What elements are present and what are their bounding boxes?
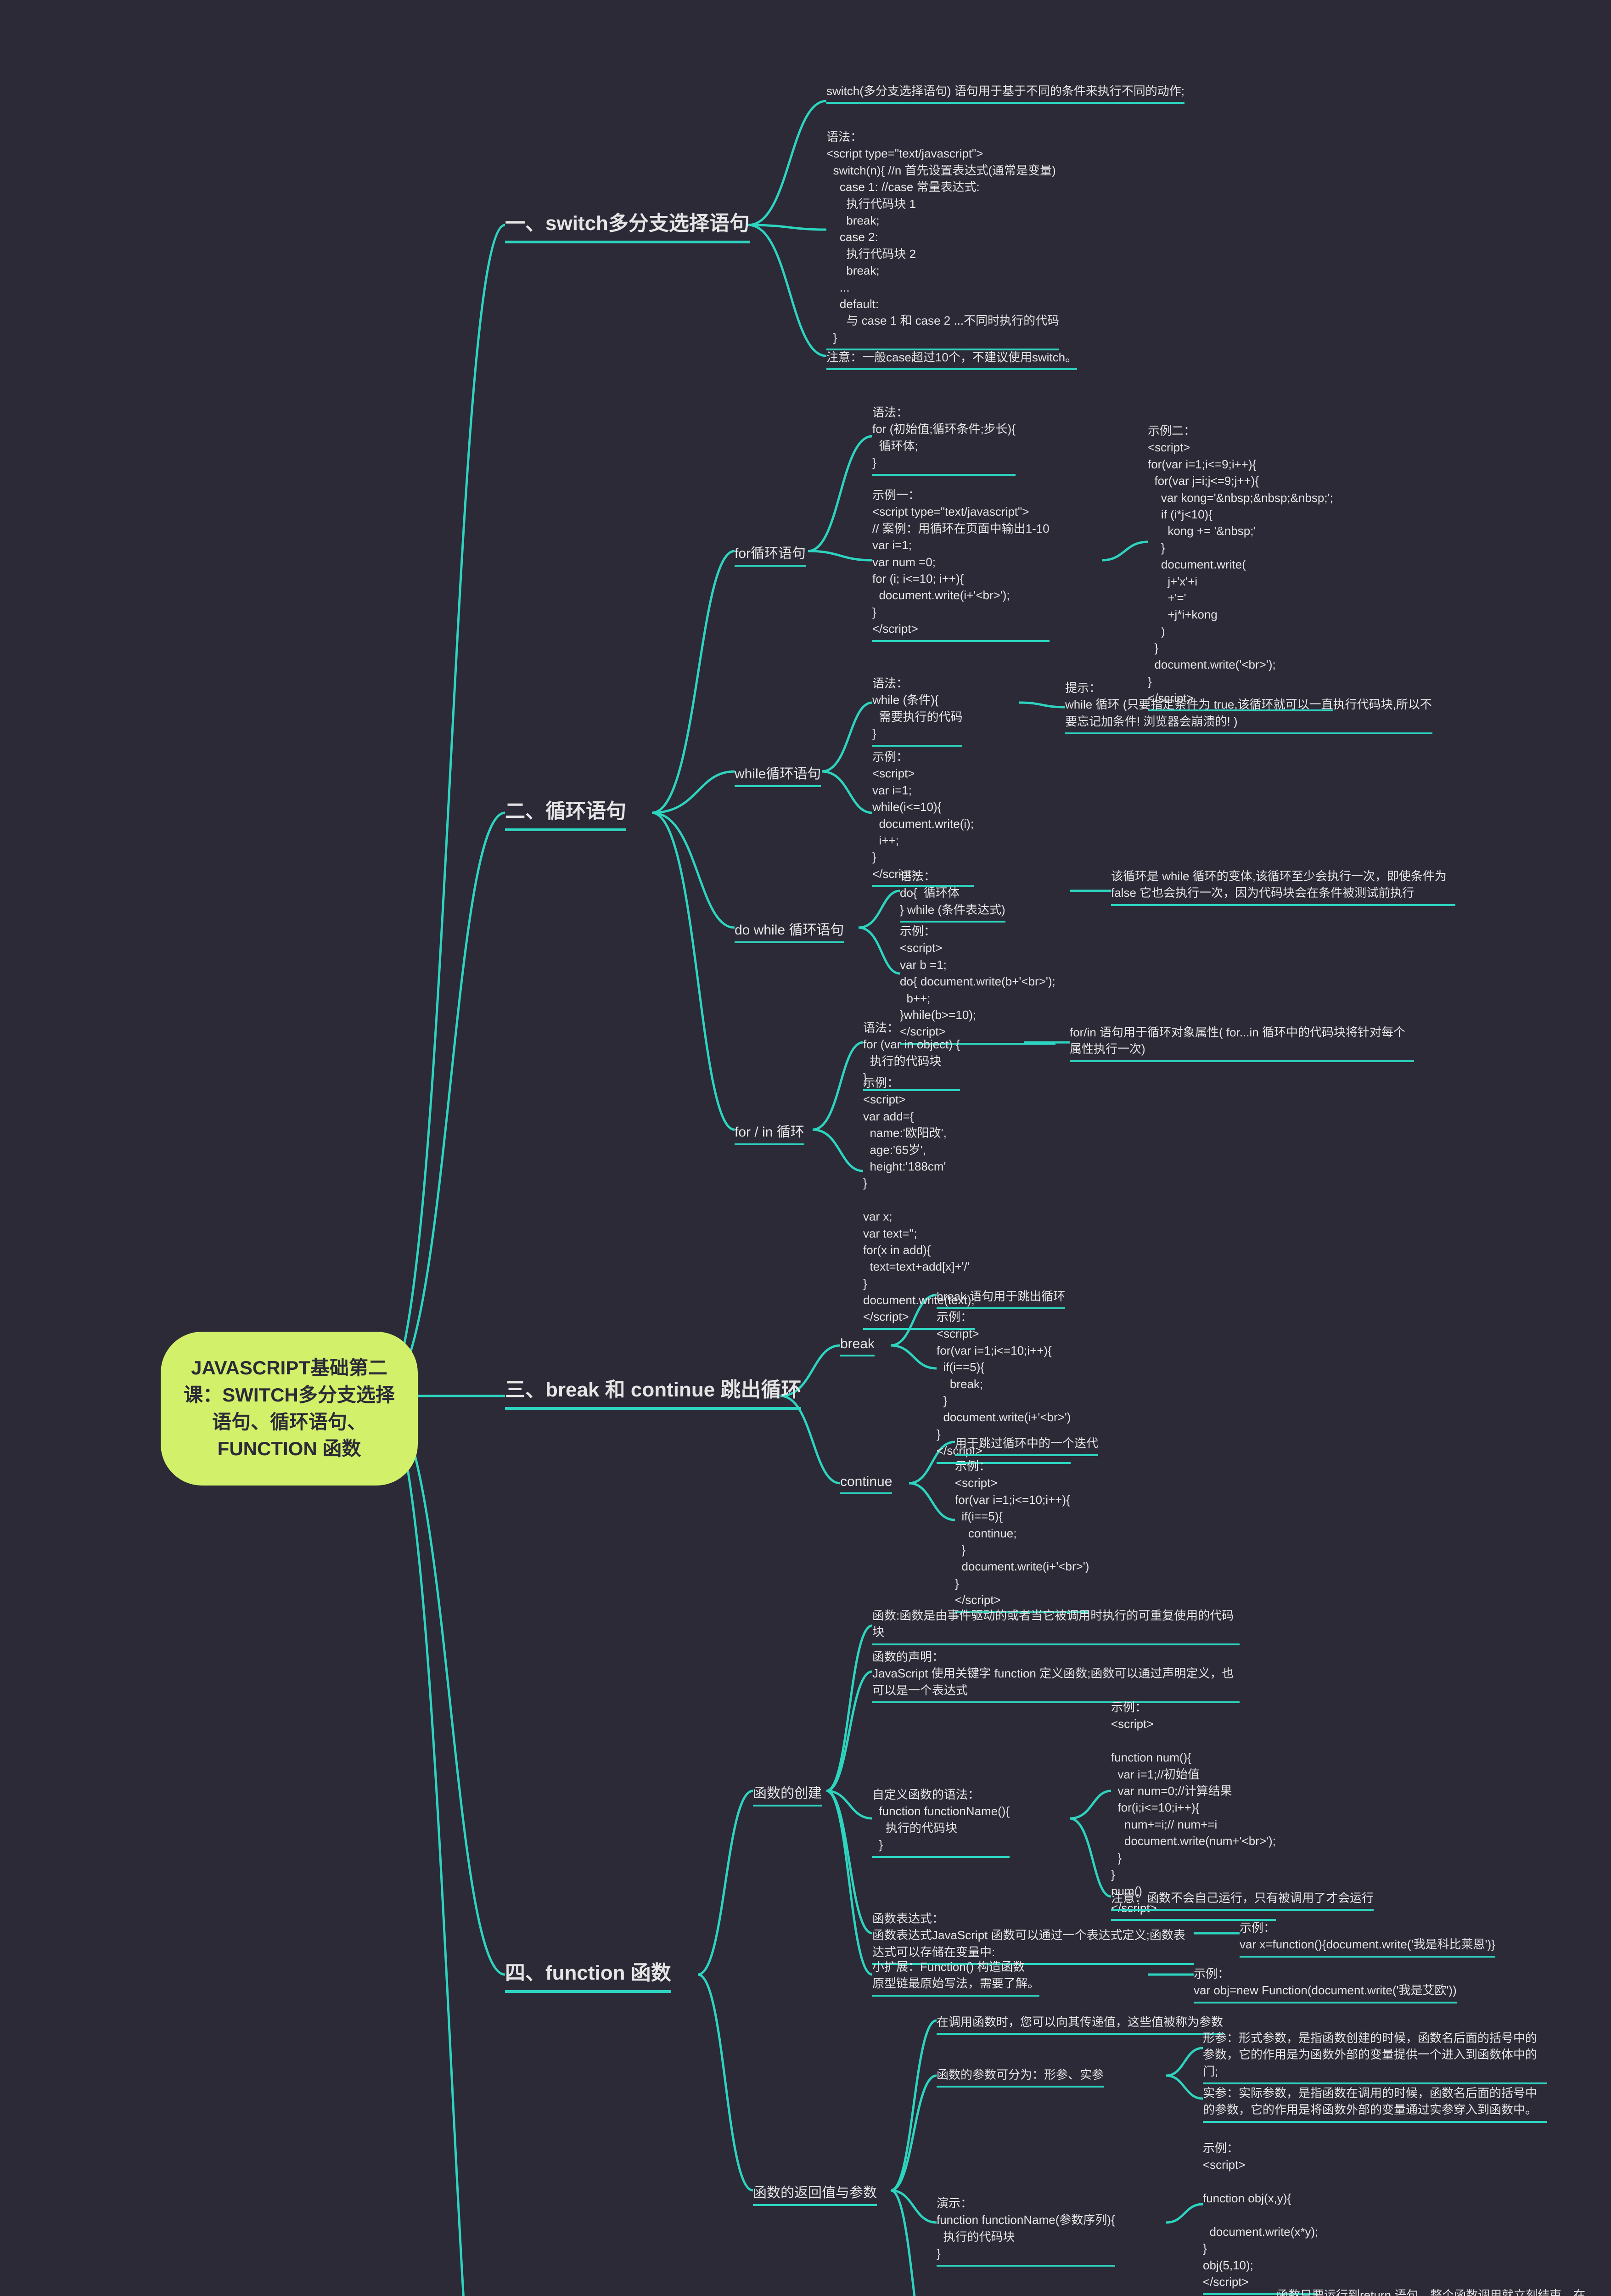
s4-create-custom-note: 注意：函数不会自己运行，只有被调用了才会运行: [1111, 1890, 1374, 1911]
s2-for-ex2: 示例二： <script> for(var i=1;i<=9;i++){ for…: [1148, 422, 1333, 711]
s2-while-label[interactable]: while循环语句: [735, 762, 821, 787]
s4-create-ext: 小扩展：Function() 构造函数 原型链最原始写法，需要了解。: [872, 1958, 1039, 1997]
s4-ret-demo: 演示： function functionName(参数序列){ 执行的代码块 …: [937, 2195, 1115, 2267]
s2-forin-desc: for/in 语句用于循环对象属性( for...in 循环中的代码块将针对每个…: [1070, 1024, 1414, 1062]
s1-note: 注意：一般case超过10个，不建议使用switch。: [826, 349, 1077, 370]
s4-create-desc: 函数:函数是由事件驱动的或者当它被调用时执行的可重复使用的代码块: [872, 1607, 1240, 1645]
s2-while-tip: 提示： while 循环 (只要指定条件为 true,该循环就可以一直执行代码块…: [1065, 680, 1432, 734]
s2-for-label[interactable]: for循环语句: [735, 542, 806, 567]
s4-title[interactable]: 四、function 函数: [505, 1956, 671, 1993]
s3-continue-label[interactable]: continue: [840, 1474, 892, 1494]
s4-create-ext-ex: 示例： var obj=new Function(document.write(…: [1194, 1965, 1457, 2003]
s3-title[interactable]: 三、break 和 continue 跳出循环: [505, 1373, 801, 1410]
s2-title[interactable]: 二、循环语句: [505, 794, 626, 831]
s4-create-expr: 函数表达式： 函数表达式JavaScript 函数可以通过一个表达式定义;函数表…: [872, 1910, 1194, 1965]
s2-dowhile-syntax: 语法： do{ 循环体 } while (条件表达式): [900, 868, 1005, 923]
root-node[interactable]: JAVASCRIPT基础第二课：SWITCH多分支选择语句、循环语句、FUNCT…: [161, 1332, 418, 1486]
s2-for-ex1: 示例一： <script type="text/javascript"> // …: [872, 487, 1050, 642]
s4-create-custom-syntax: 自定义函数的语法： function functionName(){ 执行的代码…: [872, 1786, 1010, 1858]
s4-ret-params-intro: 在调用函数时，您可以向其传递值，这些值被称为参数: [937, 2014, 1223, 2035]
s4-create-expr-ex: 示例： var x=function(){document.write('我是科…: [1240, 1919, 1495, 1958]
s2-for-syntax: 语法： for (初始值;循环条件;步长){ 循环体; }: [872, 404, 1016, 476]
s2-dowhile-label[interactable]: do while 循环语句: [735, 918, 844, 943]
s4-ret-label[interactable]: 函数的返回值与参数: [753, 2181, 877, 2206]
s1-desc: switch(多分支选择语句) 语句用于基于不同的条件来执行不同的动作;: [826, 83, 1184, 104]
s4-create-custom-ex: 示例： <script> function num(){ var i=1;//初…: [1111, 1699, 1276, 1921]
s2-dowhile-desc: 该循环是 while 循环的变体,该循环至少会执行一次，即使条件为 false …: [1111, 868, 1455, 906]
s4-ret-xingcan: 形参：形式参数，是指函数创建的时候，函数名后面的括号中的参数，它的作用是为函数外…: [1203, 2030, 1547, 2084]
s3-continue-desc: 用于跳过循环中的一个迭代: [955, 1435, 1098, 1456]
s3-break-label[interactable]: break: [840, 1336, 875, 1356]
s3-continue-ex: 示例： <script> for(var i=1;i<=10;i++){ if(…: [955, 1458, 1089, 1613]
s4-create-decl: 函数的声明： JavaScript 使用关键字 function 定义函数;函数…: [872, 1649, 1240, 1703]
s4-ret-shican: 实参：实际参数，是指函数在调用的时候，函数名后面的括号中的参数，它的作用是将函数…: [1203, 2085, 1547, 2123]
s2-while-ex: 示例： <script> var i=1; while(i<=10){ docu…: [872, 748, 974, 887]
s3-break-desc: break 语句用于跳出循环: [937, 1288, 1065, 1309]
s1-title[interactable]: 一、switch多分支选择语句: [505, 207, 750, 243]
s2-forin-label[interactable]: for / in 循环: [735, 1120, 804, 1145]
s1-syntax: 语法： <script type="text/javascript"> swit…: [826, 129, 1059, 350]
s4-create-label[interactable]: 函数的创建: [753, 1782, 822, 1806]
s4-ret-demo-ex: 示例： <script> function obj(x,y){ document…: [1203, 2140, 1318, 2295]
s2-while-syntax: 语法： while (条件){ 需要执行的代码 }: [872, 675, 962, 747]
s4-ret-return-desc: 函数只要运行到return 语句，整个函数调用就立刻结束，在return语句后面…: [1276, 2287, 1589, 2296]
s4-ret-params-types: 函数的参数可分为：形参、实参: [937, 2066, 1104, 2088]
